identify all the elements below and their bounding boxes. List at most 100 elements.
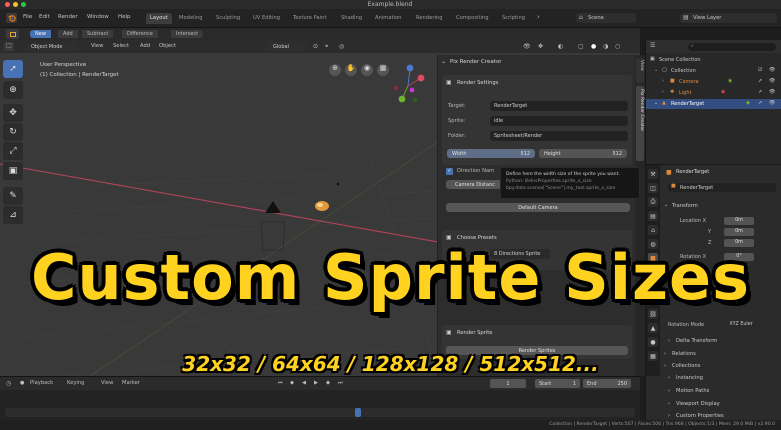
transform-orientation-dropdown[interactable]: Global [267, 42, 307, 51]
measure-tool[interactable]: ⊿ [3, 206, 23, 224]
timeline-editor-icon[interactable]: ◷ [6, 380, 11, 387]
annotate-tool[interactable]: ✎ [3, 187, 23, 205]
pivot-point-icon[interactable]: ⊙ [313, 43, 318, 50]
select-icon[interactable]: ➚ [758, 100, 762, 106]
minimize-window-icon[interactable] [13, 2, 18, 7]
outliner-row-rendertarget[interactable]: ⌄ ▲ RenderTarget ◆ ➚ 👁 [646, 99, 781, 109]
prev-keyframe-icon[interactable]: ◆ [290, 380, 294, 386]
select-icon[interactable]: ➚ [758, 78, 762, 84]
rotate-tool[interactable]: ↻ [3, 123, 23, 141]
tab-texture-paint[interactable]: Texture Paint [289, 13, 330, 24]
start-frame-field[interactable]: Start 1 [535, 379, 580, 388]
transform-tool[interactable]: ▣ [3, 162, 23, 180]
play-reverse-icon[interactable]: ◀ [302, 380, 306, 386]
scene-selector[interactable]: ⌂ Scene [576, 13, 636, 23]
play-icon[interactable]: ▶ [314, 380, 318, 386]
object-mode-dropdown[interactable]: Object Mode [27, 42, 77, 51]
view-layer-tab-icon[interactable]: ▤ [648, 211, 658, 221]
next-keyframe-icon[interactable]: ◆ [326, 380, 330, 386]
menu-window[interactable]: Window [87, 14, 109, 20]
transform-collapse-icon[interactable]: ⌄ [664, 202, 668, 208]
timeline-menu-playback[interactable]: Playback [30, 380, 53, 386]
visibility-icon[interactable]: 👁 [523, 43, 531, 50]
playhead[interactable] [355, 408, 361, 417]
shading-material-icon[interactable]: ◑ [603, 43, 608, 50]
motion-paths-panel[interactable]: Motion Paths [676, 388, 709, 394]
tab-uv-editing[interactable]: UV Editing [249, 13, 284, 24]
proportional-edit-icon[interactable]: ◎ [339, 43, 344, 50]
camera-distance-button[interactable]: Camera Distanc [446, 180, 504, 189]
camera-view-icon[interactable]: ◉ [361, 64, 373, 76]
outliner-row-scene-collection[interactable]: ▣ Scene Collection [646, 55, 781, 65]
tab-animation[interactable]: Animation [371, 13, 405, 24]
jump-start-icon[interactable]: ⏮ [278, 380, 283, 387]
viewport-menu-add[interactable]: Add [140, 43, 150, 49]
mode-subtract-button[interactable]: Subtract [82, 30, 114, 38]
timeline-menu-keying[interactable]: Keying [67, 380, 84, 386]
data-tab-icon[interactable]: ▲ [648, 323, 658, 333]
timeline-menu-marker[interactable]: Marker [122, 380, 140, 386]
outliner-row-light[interactable]: › ✺ Light ◉ ➚ 👁 [646, 88, 781, 98]
viewport-display-expand-icon[interactable]: › [668, 401, 670, 407]
object-name-field[interactable]: ■ RenderTarget [668, 183, 776, 192]
sprite-field[interactable]: idle [490, 116, 628, 126]
record-icon[interactable]: ● [20, 380, 24, 386]
shading-rendered-icon[interactable]: ○ [615, 43, 620, 50]
timeline-scrubber[interactable] [5, 408, 635, 417]
tab-layout[interactable]: Layout [146, 13, 172, 24]
outliner-row-camera[interactable]: › ■ Camera ◉ ➚ 👁 [646, 77, 781, 87]
blender-logo-icon[interactable] [6, 13, 17, 23]
tab-compositing[interactable]: Compositing [452, 13, 493, 24]
material-tab-icon[interactable]: ● [648, 337, 658, 347]
xray-icon[interactable]: ▢ [578, 43, 584, 50]
output-tab-icon[interactable]: ⎙ [648, 197, 658, 207]
expand-arrow-icon[interactable]: ⌄ [654, 67, 658, 73]
mode-new-button[interactable]: New [30, 30, 51, 38]
menu-help[interactable]: Help [118, 14, 131, 20]
visibility-eye-icon[interactable]: 👁 [769, 67, 775, 73]
scene-tab-icon[interactable]: ⌂ [648, 225, 658, 235]
motion-paths-expand-icon[interactable]: › [668, 388, 670, 394]
tab-scripting[interactable]: Scripting [498, 13, 529, 24]
checkbox-icon[interactable]: ☑ [758, 67, 762, 73]
outliner-row-collection[interactable]: ⌄ ▢ Collection ☑ 👁 [646, 66, 781, 76]
tab-shading[interactable]: Shading [337, 13, 366, 24]
delta-transform-panel[interactable]: Delta Transform [676, 338, 717, 344]
addon-panel-header[interactable]: ⌄ Pix Render Creator [438, 58, 636, 70]
tool-tab-icon[interactable]: ⚒ [648, 169, 658, 179]
snap-icon[interactable]: ⌖ [325, 43, 328, 51]
visibility-eye-icon[interactable]: 👁 [769, 100, 775, 106]
expand-arrow-icon[interactable]: ⌄ [654, 100, 658, 106]
expand-arrow-icon[interactable]: › [662, 78, 664, 84]
outliner-editor-icon[interactable]: ☰ [650, 42, 655, 49]
default-camera-button[interactable]: Default Camera [446, 203, 630, 212]
maximize-window-icon[interactable] [21, 2, 26, 7]
cursor-tool[interactable]: ⊕ [3, 81, 23, 99]
current-frame-field[interactable]: 1 [490, 379, 526, 388]
view-layer-selector[interactable]: ▤ View Layer [680, 13, 777, 23]
visibility-eye-icon[interactable]: 👁 [769, 89, 775, 95]
render-tab-icon[interactable]: ◫ [648, 183, 658, 193]
navigation-gizmo[interactable] [388, 62, 428, 108]
menu-render[interactable]: Render [58, 14, 78, 20]
direction-names-checkbox[interactable]: ✓ [446, 168, 453, 175]
tab-modeling[interactable]: Modeling [175, 13, 207, 24]
workspace-tabs-scroll-icon[interactable]: › [537, 13, 540, 21]
pan-hand-icon[interactable]: ✋ [345, 64, 357, 76]
jump-end-icon[interactable]: ⏭ [338, 380, 343, 387]
overlay-icon[interactable]: ◐ [558, 43, 563, 50]
delta-transform-expand-icon[interactable]: › [668, 338, 670, 344]
viewport-menu-object[interactable]: Object [159, 43, 176, 49]
close-window-icon[interactable] [5, 2, 10, 7]
expand-arrow-icon[interactable]: › [662, 89, 664, 95]
folder-field[interactable]: Spritesheet/Render [490, 131, 628, 141]
menu-edit[interactable]: Edit [39, 14, 50, 20]
outliner-search-input[interactable]: ⌕ [688, 43, 776, 51]
editor-type-icon[interactable]: ⬚ [4, 42, 14, 51]
select-icon[interactable]: ➚ [758, 89, 762, 95]
viewport-menu-select[interactable]: Select [113, 43, 129, 49]
visibility-eye-icon[interactable]: 👁 [769, 78, 775, 84]
rotation-mode-dropdown[interactable]: XYZ Euler [721, 321, 761, 329]
custom-properties-expand-icon[interactable]: › [668, 413, 670, 419]
end-frame-field[interactable]: End 250 [583, 379, 631, 388]
